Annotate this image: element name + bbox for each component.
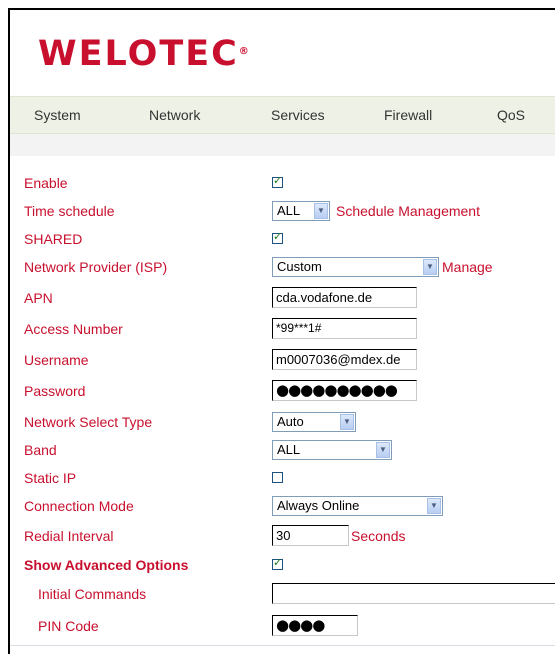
nav-item-services[interactable]: Services: [271, 97, 325, 133]
initial-commands-label: Initial Commands: [38, 586, 147, 602]
chevron-down-icon: ▼: [376, 442, 390, 458]
show-advanced-label: Show Advanced Options: [24, 557, 189, 573]
isp-manage-link[interactable]: Manage: [442, 258, 493, 276]
time-schedule-label: Time schedule: [24, 203, 115, 219]
password-input[interactable]: ●●●●●●●●●●: [272, 380, 417, 401]
redial-interval-label: Redial Interval: [24, 528, 114, 544]
enable-label: Enable: [24, 175, 68, 191]
logo-registered-mark: ®: [238, 46, 251, 57]
isp-label: Network Provider (ISP): [24, 259, 168, 275]
static-ip-checkbox[interactable]: [272, 472, 283, 483]
static-ip-label: Static IP: [24, 470, 77, 486]
pin-code-input[interactable]: ●●●●: [272, 615, 358, 636]
apn-label: APN: [24, 290, 53, 306]
chevron-down-icon: ▼: [423, 259, 437, 275]
sub-nav-bar: [10, 134, 555, 156]
schedule-management-link[interactable]: Schedule Management: [336, 202, 480, 220]
connection-mode-value: Always Online: [277, 498, 360, 513]
band-select[interactable]: ALL ▼: [272, 440, 392, 460]
band-label: Band: [24, 442, 57, 458]
time-schedule-value: ALL: [277, 203, 301, 218]
username-input[interactable]: m0007036@mdex.de: [272, 349, 417, 370]
nav-item-qos[interactable]: QoS: [497, 97, 525, 133]
access-number-input[interactable]: *99***1#: [272, 318, 417, 339]
enable-checkbox[interactable]: [272, 174, 283, 188]
network-select-type-label: Network Select Type: [24, 414, 153, 430]
isp-value: Custom: [277, 259, 322, 274]
chevron-down-icon: ▼: [427, 498, 441, 514]
chevron-down-icon: ▼: [340, 414, 354, 430]
nav-item-system[interactable]: System: [34, 97, 81, 133]
nav-item-firewall[interactable]: Firewall: [384, 97, 432, 133]
time-schedule-select[interactable]: ALL ▼: [272, 201, 330, 221]
redial-interval-input[interactable]: 30: [272, 525, 349, 546]
network-select-type-select[interactable]: Auto ▼: [272, 412, 356, 432]
nav-item-network[interactable]: Network: [149, 97, 200, 133]
shared-label: SHARED: [24, 231, 83, 247]
network-select-type-value: Auto: [277, 414, 304, 429]
apn-input[interactable]: cda.vodafone.de: [272, 287, 417, 308]
main-nav: System Network Services Firewall QoS: [10, 96, 555, 134]
redial-interval-unit: Seconds: [351, 528, 406, 544]
isp-select[interactable]: Custom ▼: [272, 257, 439, 277]
username-label: Username: [24, 352, 89, 368]
show-advanced-checkbox[interactable]: [272, 556, 283, 570]
divider: [10, 645, 555, 646]
password-label: Password: [24, 383, 86, 399]
connection-mode-select[interactable]: Always Online ▼: [272, 496, 443, 516]
band-value: ALL: [277, 442, 301, 457]
logo-text: WELOTEC: [38, 34, 239, 74]
app-frame: WELOTEC® System Network Services Firewal…: [8, 8, 555, 654]
chevron-down-icon: ▼: [314, 203, 328, 219]
access-number-label: Access Number: [24, 321, 123, 337]
connection-mode-label: Connection Mode: [24, 498, 134, 514]
pin-code-label: PIN Code: [38, 618, 99, 634]
initial-commands-input[interactable]: [272, 583, 555, 604]
shared-checkbox[interactable]: [272, 230, 283, 244]
welotec-logo: WELOTEC®: [38, 36, 251, 72]
